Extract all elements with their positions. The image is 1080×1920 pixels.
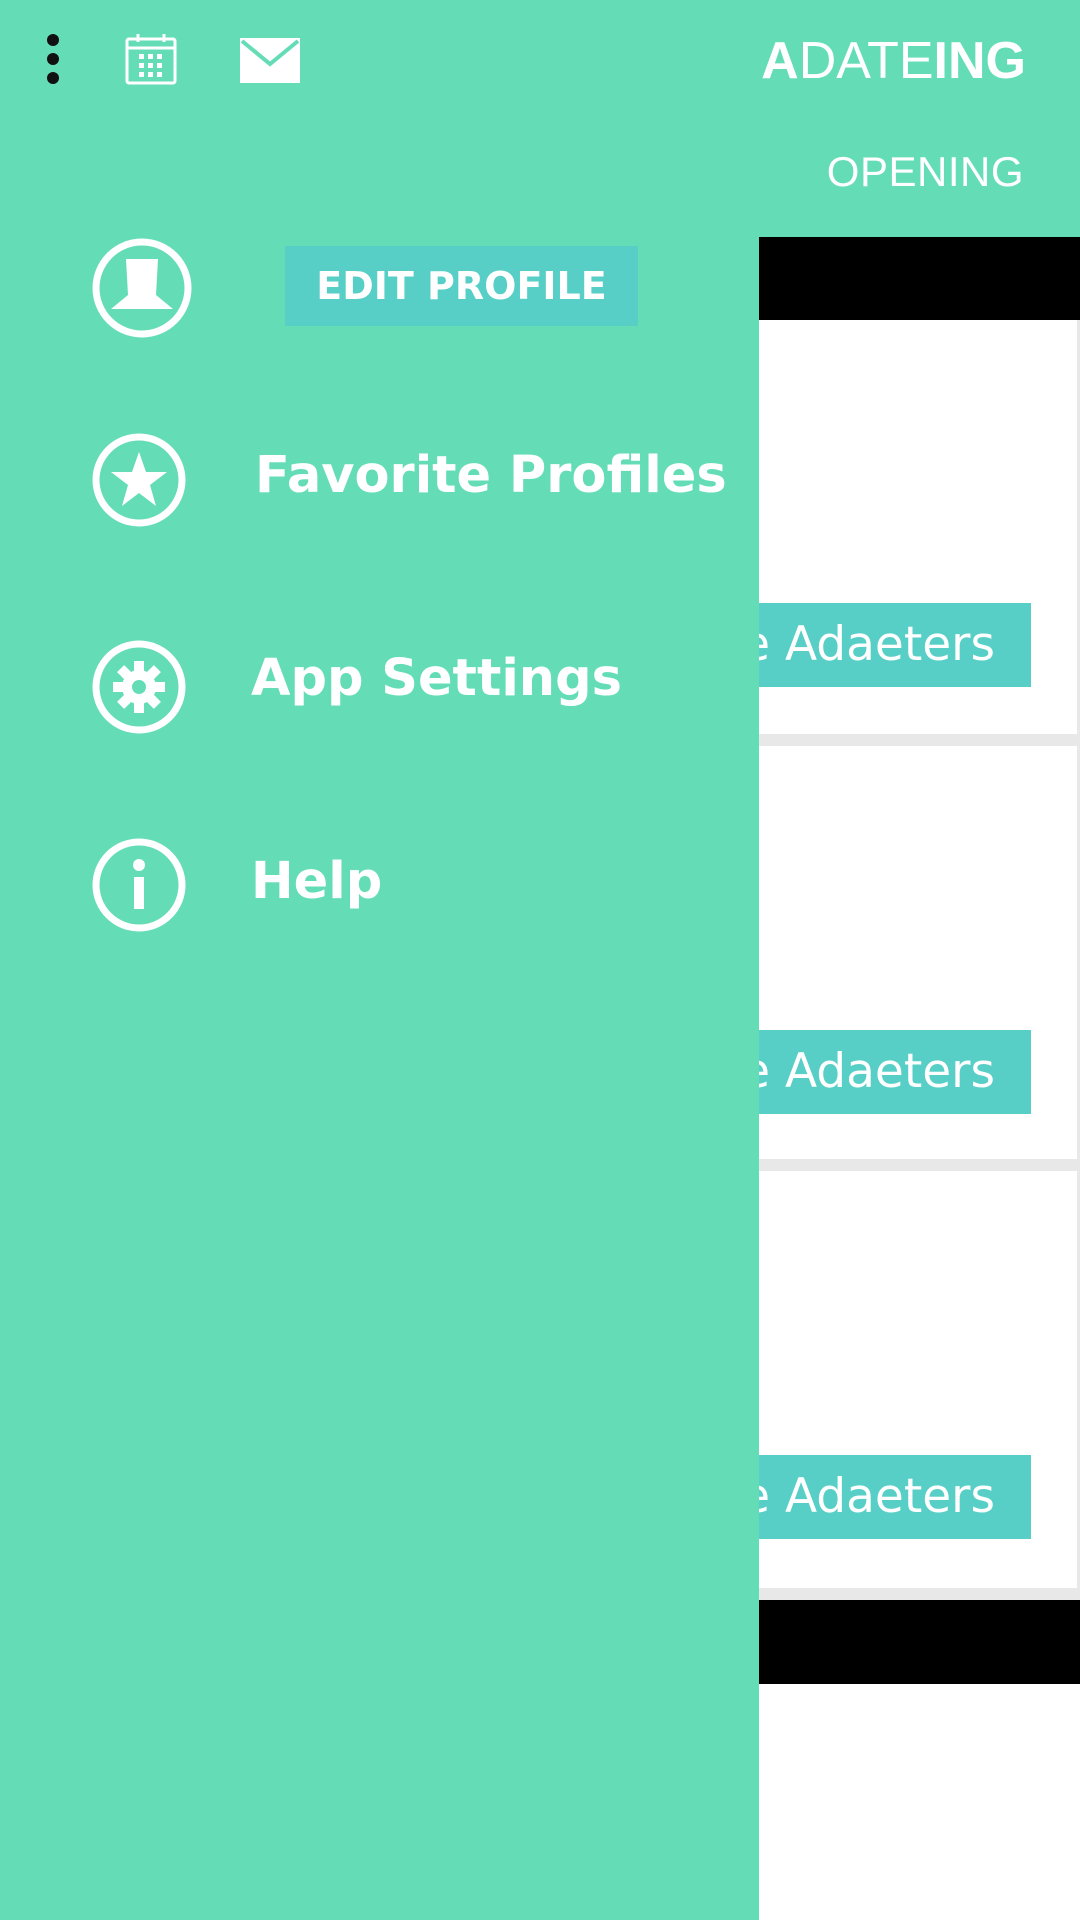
card-separator [759,1588,1080,1600]
edit-profile-button[interactable]: EDIT PROFILE [285,246,638,326]
menu-item-favorite-profiles[interactable]: Favorite Profiles [255,446,727,505]
explore-button[interactable]: Explore Adaeters [759,603,1031,687]
gear-icon [92,640,186,734]
explore-button[interactable]: Explore Adaeters [759,1030,1031,1114]
opening-tab[interactable]: OPENING [827,148,1024,196]
section-header-bar [759,237,1080,320]
section-header-bar [759,1600,1080,1684]
card-separator [759,734,1080,746]
more-vert-icon[interactable] [38,30,68,90]
star-icon [92,433,186,527]
brand-logo: ADATEING [761,32,1026,90]
profile-avatar-icon[interactable] [91,237,193,339]
navigation-drawer: EDIT PROFILE Favorite Profiles App Setti… [0,0,759,1920]
menu-item-app-settings[interactable]: App Settings [251,649,622,708]
info-icon [92,838,186,932]
calendar-icon[interactable] [124,32,178,86]
mail-icon[interactable] [240,38,300,83]
menu-item-help[interactable]: Help [251,852,382,911]
card-separator [759,1159,1080,1171]
explore-button[interactable]: Explore Adaeters [759,1455,1031,1539]
